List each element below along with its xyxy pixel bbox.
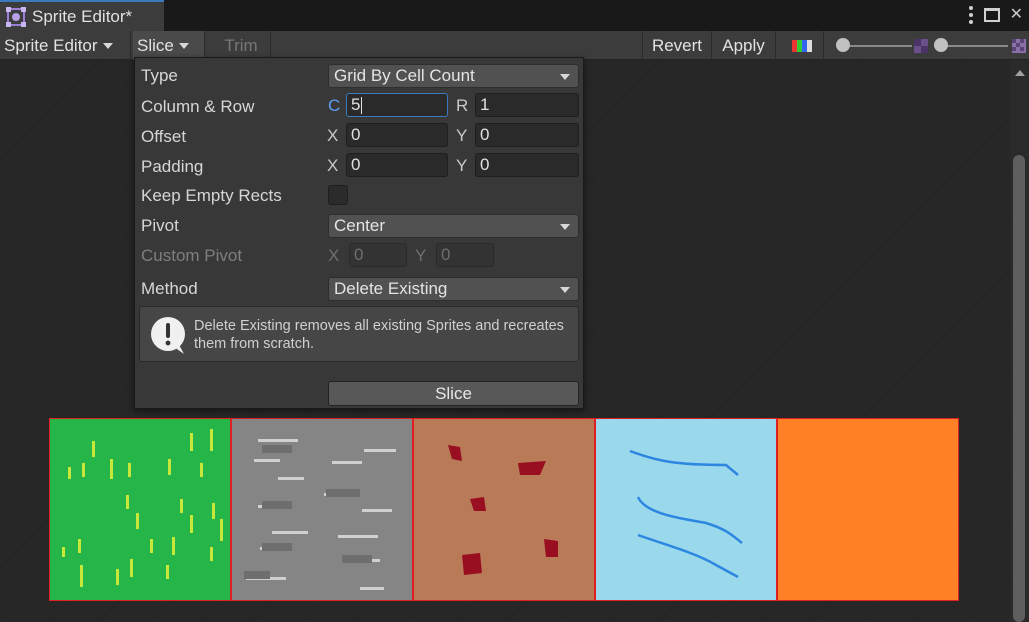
custom-pivot-y-field: 0	[436, 243, 494, 267]
close-icon[interactable]: ✕	[1010, 4, 1023, 26]
offset-label: Offset	[141, 127, 187, 146]
trim-button[interactable]: Trim	[212, 31, 271, 60]
padding-y-field[interactable]: 0	[475, 153, 579, 177]
method-value: Delete Existing	[334, 279, 448, 298]
padding-label: Padding	[141, 157, 204, 176]
column-row-label: Column & Row	[141, 97, 255, 116]
custom-pivot-y-axis-label: Y	[415, 246, 427, 265]
zoom-slider-handle[interactable]	[836, 38, 850, 52]
tab-title: Sprite Editor*	[32, 6, 133, 26]
offset-y-axis-label: Y	[456, 126, 468, 145]
sprite-orange[interactable]	[777, 418, 959, 601]
sprite-water[interactable]	[595, 418, 777, 601]
row-axis-label: R	[456, 96, 469, 115]
row-count-field[interactable]: 1	[475, 93, 579, 117]
mode-label: Sprite Editor	[4, 35, 98, 55]
pivot-value: Center	[334, 216, 386, 235]
chevron-down-icon	[102, 42, 113, 49]
method-help-text: Delete Existing removes all existing Spr…	[194, 318, 564, 352]
column-count-field[interactable]: 5	[346, 93, 448, 117]
grass-texture	[62, 429, 223, 587]
sprite-dirt[interactable]	[413, 418, 595, 601]
pivot-dropdown[interactable]: Center	[328, 214, 579, 238]
sprite-strip	[49, 418, 959, 601]
custom-pivot-x-field: 0	[349, 243, 407, 267]
sprite-editor-icon	[6, 6, 26, 27]
slice-popup: Type Grid By Cell Count Column & Row C 5…	[134, 57, 584, 409]
checker-large-icon	[1012, 39, 1026, 53]
keep-empty-rects-checkbox[interactable]	[328, 185, 348, 205]
chevron-down-icon	[560, 74, 570, 80]
keep-empty-rects-label: Keep Empty Rects	[141, 186, 282, 205]
column-axis-label: C	[328, 96, 341, 115]
rgb-channels-icon	[791, 39, 812, 52]
custom-pivot-label: Custom Pivot	[141, 246, 243, 265]
method-dropdown[interactable]: Delete Existing	[328, 277, 579, 301]
padding-x-axis-label: X	[327, 156, 339, 175]
type-label: Type	[141, 66, 178, 85]
chevron-down-icon	[178, 42, 189, 49]
sprite-grass[interactable]	[49, 418, 231, 601]
offset-x-field[interactable]: 0	[346, 123, 448, 147]
dirt-texture	[448, 445, 558, 575]
color-channels-button[interactable]	[780, 31, 824, 60]
type-value: Grid By Cell Count	[334, 66, 475, 85]
checker-small-icon	[914, 39, 928, 53]
custom-pivot-x-axis-label: X	[328, 246, 340, 265]
scrollbar-thumb[interactable]	[1013, 155, 1025, 622]
slice-button[interactable]: Slice	[328, 381, 579, 406]
revert-button[interactable]: Revert	[642, 31, 712, 60]
more-options-icon[interactable]	[968, 6, 974, 24]
pivot-label: Pivot	[141, 216, 179, 235]
text-cursor	[361, 96, 363, 114]
stone-texture	[244, 439, 396, 590]
apply-button[interactable]: Apply	[712, 31, 776, 60]
info-speech-bubble-icon	[151, 317, 185, 354]
offset-x-axis-label: X	[327, 126, 339, 145]
toolbar: Sprite Editor Slice Trim Revert Apply	[0, 31, 1029, 60]
slice-label: Slice	[137, 35, 174, 55]
padding-x-field[interactable]: 0	[346, 153, 448, 177]
type-dropdown[interactable]: Grid By Cell Count	[328, 64, 579, 88]
method-label: Method	[141, 279, 198, 298]
method-help-box: Delete Existing removes all existing Spr…	[139, 306, 579, 362]
offset-y-field[interactable]: 0	[475, 123, 579, 147]
window-titlebar: Sprite Editor* ✕	[0, 0, 1029, 31]
slice-dropdown[interactable]: Slice	[133, 31, 205, 60]
mip-slider-handle[interactable]	[934, 38, 948, 52]
tab-sprite-editor[interactable]: Sprite Editor*	[0, 0, 164, 31]
maximize-icon[interactable]	[983, 8, 1000, 22]
chevron-down-icon	[560, 224, 570, 230]
sprite-editor-mode-dropdown[interactable]: Sprite Editor	[0, 31, 131, 60]
chevron-down-icon	[560, 287, 570, 293]
scroll-up-icon[interactable]	[1015, 70, 1025, 76]
sprite-stone[interactable]	[231, 418, 413, 601]
vertical-scrollbar[interactable]	[1010, 60, 1029, 622]
water-texture	[629, 449, 743, 579]
padding-y-axis-label: Y	[456, 156, 468, 175]
